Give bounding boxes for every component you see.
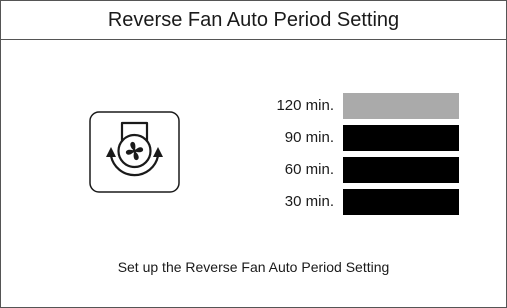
page-title: Reverse Fan Auto Period Setting	[1, 1, 506, 40]
option-bar[interactable]	[343, 189, 459, 215]
option-90-min[interactable]: 90 min.	[201, 125, 459, 151]
option-120-min[interactable]: 120 min.	[201, 93, 459, 119]
instruction-text: Set up the Reverse Fan Auto Period Setti…	[117, 259, 390, 275]
option-label: 90 min.	[284, 129, 334, 146]
option-30-min[interactable]: 30 min.	[201, 189, 459, 215]
reverse-fan-icon	[89, 111, 180, 193]
option-bar[interactable]	[343, 157, 459, 183]
reverse-fan-screen: Reverse Fan Auto Period Setting 120 min.…	[0, 0, 507, 308]
option-bar[interactable]	[343, 93, 459, 119]
option-label: 60 min.	[284, 161, 334, 178]
option-60-min[interactable]: 60 min.	[201, 157, 459, 183]
option-label: 120 min.	[276, 97, 334, 114]
option-label: 30 min.	[284, 193, 334, 210]
option-bar[interactable]	[343, 125, 459, 151]
